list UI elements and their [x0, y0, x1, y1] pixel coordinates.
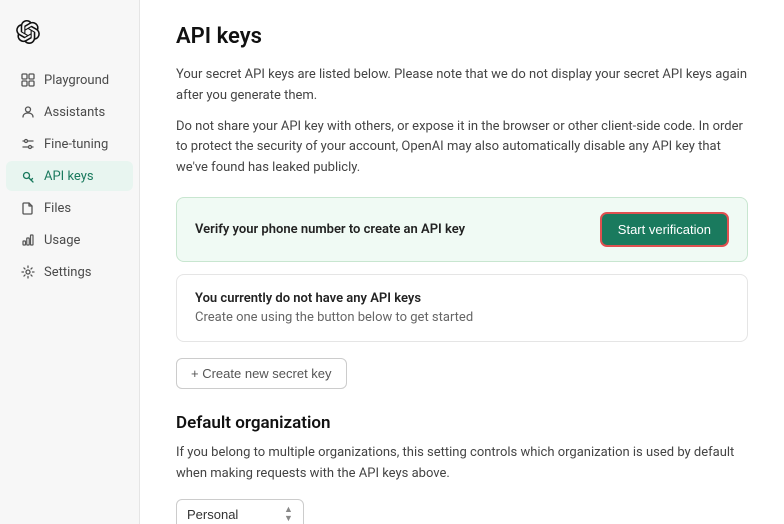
settings-icon: [20, 264, 36, 280]
sidebar-item-settings[interactable]: Settings: [6, 257, 133, 287]
sidebar-item-assistants[interactable]: Assistants: [6, 97, 133, 127]
files-icon: [20, 200, 36, 216]
intro-paragraph-2: Do not share your API key with others, o…: [176, 117, 748, 179]
sidebar-item-playground[interactable]: Playground: [6, 65, 133, 95]
start-verification-button[interactable]: Start verification: [600, 212, 729, 247]
chevron-updown-icon: ▲▼: [284, 506, 293, 524]
logo: [0, 12, 139, 64]
main-content: API keys Your secret API keys are listed…: [140, 0, 784, 524]
verify-banner-text: Verify your phone number to create an AP…: [195, 222, 465, 237]
sidebar-item-label: API keys: [44, 169, 94, 184]
intro-paragraph-1: Your secret API keys are listed below. P…: [176, 65, 748, 107]
tune-icon: [20, 136, 36, 152]
page-title: API keys: [176, 24, 748, 49]
verify-banner: Verify your phone number to create an AP…: [176, 197, 748, 262]
no-keys-title: You currently do not have any API keys: [195, 291, 729, 306]
sidebar-item-label: Settings: [44, 265, 91, 280]
sidebar-item-fine-tuning[interactable]: Fine-tuning: [6, 129, 133, 159]
org-select-wrapper[interactable]: Personal Organization 1 ▲▼: [176, 499, 304, 524]
sidebar: Playground Assistants Fine-tuning: [0, 0, 140, 524]
key-icon: [20, 168, 36, 184]
person-icon: [20, 104, 36, 120]
org-dropdown[interactable]: Personal Organization 1: [187, 507, 276, 522]
default-org-description: If you belong to multiple organizations,…: [176, 443, 748, 485]
chart-icon: [20, 232, 36, 248]
sidebar-item-api-keys[interactable]: API keys: [6, 161, 133, 191]
sidebar-item-usage[interactable]: Usage: [6, 225, 133, 255]
sidebar-item-files[interactable]: Files: [6, 193, 133, 223]
create-secret-key-button[interactable]: + Create new secret key: [176, 358, 347, 389]
sidebar-item-label: Files: [44, 201, 71, 216]
no-keys-box: You currently do not have any API keys C…: [176, 274, 748, 342]
grid-icon: [20, 72, 36, 88]
sidebar-item-label: Fine-tuning: [44, 137, 108, 152]
default-org-title: Default organization: [176, 413, 748, 433]
sidebar-item-label: Playground: [44, 73, 109, 88]
no-keys-subtitle: Create one using the button below to get…: [195, 310, 729, 325]
sidebar-item-label: Usage: [44, 233, 80, 248]
sidebar-item-label: Assistants: [44, 105, 105, 120]
